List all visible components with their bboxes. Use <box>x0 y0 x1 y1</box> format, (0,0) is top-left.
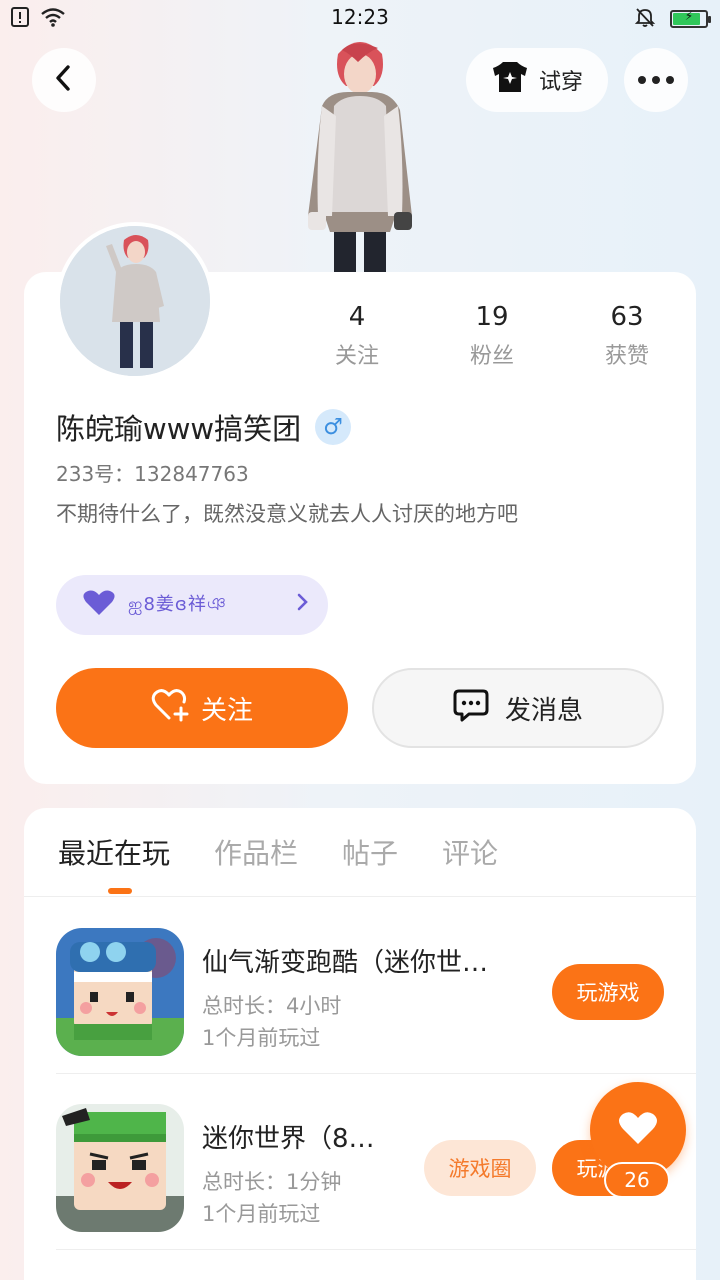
back-button[interactable] <box>32 48 96 112</box>
badge-pill[interactable]: ஐ8姜ɞ祥ঞ <box>56 575 328 635</box>
active-tab-indicator <box>108 888 132 894</box>
username-row: 陈皖瑜www搞笑团 ♂ <box>56 406 352 448</box>
tab-divider <box>24 896 696 897</box>
heart-plus-icon <box>151 688 189 729</box>
game-last-played: 1个月前玩过 <box>202 1026 321 1050</box>
more-button[interactable] <box>624 48 688 112</box>
user-bio: 不期待什么了，既然没意义就去人人讨厌的地方吧 <box>56 502 518 526</box>
chat-bubble-icon <box>453 688 489 729</box>
stat-following-label: 关注 <box>334 344 379 369</box>
stat-likes-label: 获赞 <box>604 344 649 369</box>
status-time: 12:23 <box>331 5 389 29</box>
stat-following[interactable]: 4 关注 <box>302 302 412 370</box>
message-label: 发消息 <box>504 695 583 726</box>
game-circle-button[interactable]: 游戏圈 <box>424 1140 536 1196</box>
status-right-icons: ⚡ <box>634 6 711 32</box>
back-icon <box>52 64 76 96</box>
tab-comments[interactable]: 评论 <box>442 832 498 872</box>
follow-label: 关注 <box>200 695 253 726</box>
more-icon <box>638 76 674 84</box>
content-card: 最近在玩 作品栏 帖子 评论 仙气渐变跑酷（迷你世… 总时长：4小时 1个月前玩… <box>24 808 696 1280</box>
game-list-item[interactable]: 仙气渐变跑酷（迷你世… 总时长：4小时 1个月前玩过 玩游戏 <box>56 898 696 1074</box>
play-game-button[interactable]: 玩游戏 <box>552 964 664 1020</box>
stat-likes[interactable]: 63 获赞 <box>572 302 682 370</box>
avatar-character-figure <box>298 36 422 274</box>
mute-icon <box>634 6 656 32</box>
message-button[interactable]: 发消息 <box>372 668 664 748</box>
stat-followers-value: 19 <box>475 302 509 332</box>
tab-bar: 最近在玩 作品栏 帖子 评论 <box>58 832 498 872</box>
game-icon-mini-world <box>56 1104 184 1232</box>
bolt-icon: ⚡ <box>684 9 694 23</box>
tab-posts[interactable]: 帖子 <box>342 832 398 872</box>
row-divider <box>56 1249 696 1250</box>
game-last-played: 1个月前玩过 <box>202 1202 321 1226</box>
tab-recently-played[interactable]: 最近在玩 <box>58 832 170 872</box>
try-on-button[interactable]: 试穿 <box>466 48 608 112</box>
heart-badge-icon <box>82 589 116 621</box>
game-playtime: 总时长：1分钟 <box>202 1170 342 1194</box>
stat-followers-label: 粉丝 <box>469 344 514 369</box>
battery-charging-icon: ⚡ <box>670 9 711 28</box>
heart-icon <box>618 1110 658 1150</box>
game-playtime: 总时长：4小时 <box>202 994 342 1018</box>
avatar[interactable] <box>56 222 214 380</box>
game-title: 迷你世界（8… <box>202 1124 375 1154</box>
stat-followers[interactable]: 19 粉丝 <box>437 302 547 370</box>
stat-likes-value: 63 <box>610 302 644 332</box>
game-title: 仙气渐变跑酷（迷你世… <box>202 948 489 978</box>
try-on-label: 试穿 <box>538 70 583 95</box>
tshirt-icon <box>491 60 529 100</box>
badge-text: ஐ8姜ɞ祥ঞ <box>128 593 227 615</box>
status-bar: 12:23 ⚡ <box>0 0 720 36</box>
game-icon-parkour <box>56 928 184 1056</box>
tab-works[interactable]: 作品栏 <box>214 832 298 872</box>
user-id: 233号：132847763 <box>56 462 249 486</box>
chevron-right-icon <box>296 592 310 618</box>
profile-stats: 4 关注 19 粉丝 63 获赞 <box>302 302 682 370</box>
follow-button[interactable]: 关注 <box>56 668 348 748</box>
male-gender-icon: ♂ <box>315 409 352 445</box>
stat-following-value: 4 <box>348 302 366 332</box>
like-count: 26 <box>604 1162 670 1198</box>
username: 陈皖瑜www搞笑团 <box>56 412 302 446</box>
